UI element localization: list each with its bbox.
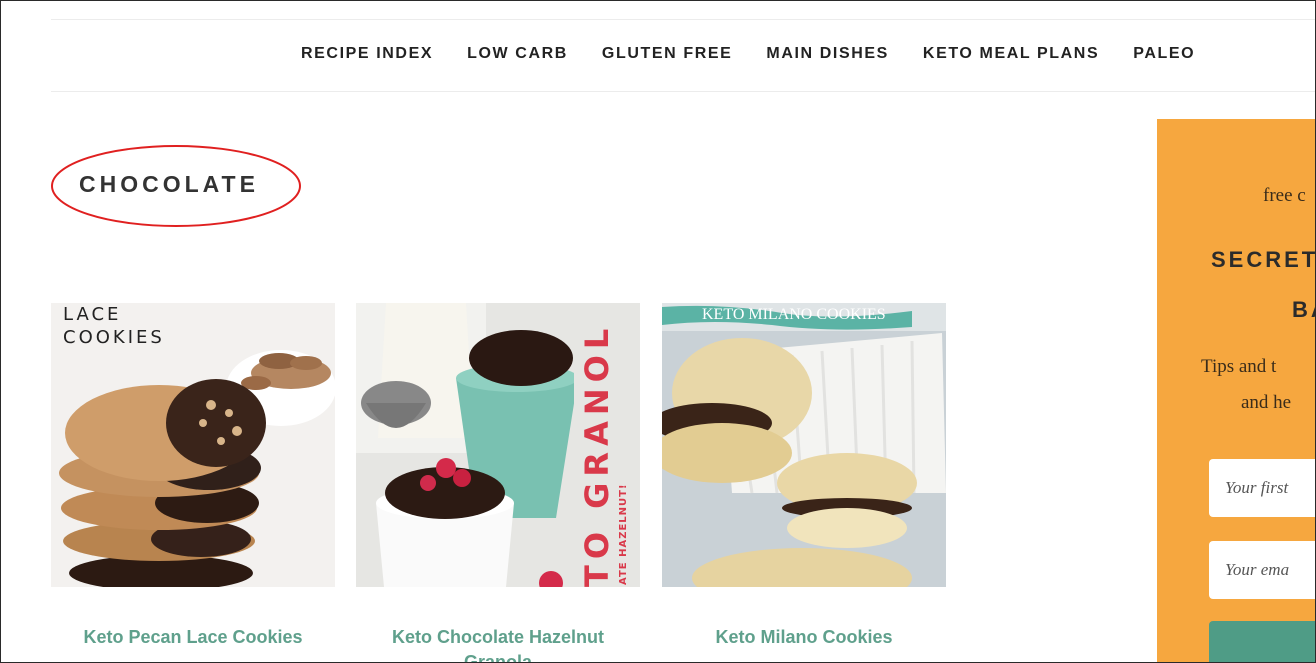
nav-keto-meal-plans[interactable]: KETO MEAL PLANS [923, 45, 1099, 63]
signup-body-line-1: Tips and t [1201, 356, 1277, 377]
image-caption: TO GRANOL [578, 323, 616, 587]
image-caption: COOKIES [63, 327, 165, 348]
nav-gluten-free[interactable]: GLUTEN FREE [602, 45, 733, 63]
signup-submit-button[interactable] [1209, 621, 1315, 662]
signup-heading-line-2: BA [1292, 297, 1315, 322]
post-card[interactable]: LACE COOKIES Keto Pecan Lace Cookies [51, 303, 336, 650]
nav-main-dishes[interactable]: MAIN DISHES [766, 45, 889, 63]
post-image-pecan-lace-cookies[interactable]: LACE COOKIES [51, 303, 336, 591]
nav-recipe-index[interactable]: RECIPE INDEX [301, 45, 433, 63]
post-title-link[interactable]: Keto Chocolate Hazelnut Granola [356, 625, 640, 662]
signup-heading-line-1: SECRET [1211, 247, 1316, 272]
post-title-link[interactable]: Keto Pecan Lace Cookies [51, 625, 335, 650]
image-caption: LACE [63, 304, 121, 325]
image-caption: KETO MILANO COOKIES [702, 306, 886, 323]
first-name-field[interactable] [1209, 459, 1315, 517]
post-card[interactable]: TO GRANOL ATE HAZELNUT! Keto Chocolate H… [356, 303, 640, 662]
post-title-link[interactable]: Keto Milano Cookies [662, 625, 946, 650]
image-caption: ATE HAZELNUT! [618, 483, 629, 585]
newsletter-signup-box: free c SECRET BA Tips and t and he [1157, 119, 1316, 662]
email-field[interactable] [1209, 541, 1315, 599]
nav-paleo[interactable]: PALEO [1133, 45, 1195, 63]
header-top-divider [51, 19, 1315, 20]
category-title: CHOCOLATE [79, 171, 259, 197]
main-nav: RECIPE INDEX LOW CARB GLUTEN FREE MAIN D… [301, 45, 1195, 63]
nav-low-carb[interactable]: LOW CARB [467, 45, 568, 63]
signup-intro-text: free c [1263, 185, 1306, 206]
signup-body-line-2: and he [1241, 392, 1292, 413]
post-image-milano-cookies[interactable]: KETO MILANO COOKIES [652, 303, 946, 608]
nav-divider [51, 91, 1315, 92]
post-image-chocolate-hazelnut-granola[interactable]: TO GRANOL ATE HAZELNUT! [356, 303, 640, 595]
page: RECIPE INDEX LOW CARB GLUTEN FREE MAIN D… [0, 0, 1316, 663]
post-card[interactable]: KETO MILANO COOKIES Keto Milano Cookies [652, 303, 946, 650]
